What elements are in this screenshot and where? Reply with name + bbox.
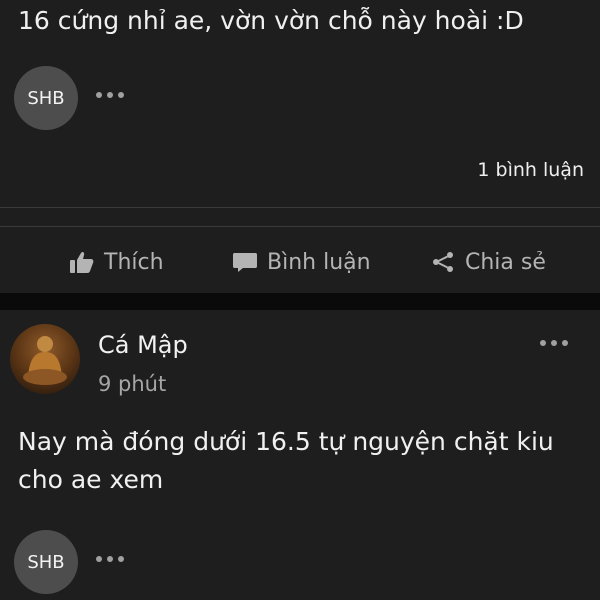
divider-actions (0, 226, 600, 227)
like-button[interactable]: Thích (68, 248, 164, 276)
post-time[interactable]: 9 phút (98, 372, 166, 396)
post-action-row: Thích Bình luận Chia sẻ (0, 238, 600, 288)
like-label: Thích (104, 249, 164, 275)
share-button[interactable]: Chia sẻ (429, 248, 546, 276)
commenter-avatar-chip[interactable]: SHB (14, 530, 78, 594)
post-text: Nay mà đóng dưới 16.5 tự nguyện chặt kiu… (18, 427, 554, 494)
commenter-avatar-chip[interactable]: SHB (14, 66, 78, 130)
post-card: Cá Mập 9 phút Nay mà đóng dưới 16.5 tự n… (0, 310, 600, 600)
post-separator (0, 293, 600, 310)
comment-count[interactable]: 1 bình luận (477, 159, 584, 181)
author-name[interactable]: Cá Mập (98, 331, 188, 359)
more-icon[interactable] (96, 556, 124, 562)
share-icon (429, 248, 457, 276)
more-icon[interactable] (96, 92, 124, 98)
thumb-up-icon (68, 248, 96, 276)
comment-button[interactable]: Bình luận (231, 248, 371, 276)
divider-top (0, 207, 600, 208)
share-label: Chia sẻ (465, 249, 546, 275)
post-text: 16 cứng nhỉ ae, vờn vờn chỗ này hoài :D (18, 6, 524, 35)
comment-icon (231, 248, 259, 276)
more-icon[interactable] (540, 340, 568, 346)
comment-label: Bình luận (267, 249, 371, 275)
author-avatar[interactable] (10, 324, 80, 394)
